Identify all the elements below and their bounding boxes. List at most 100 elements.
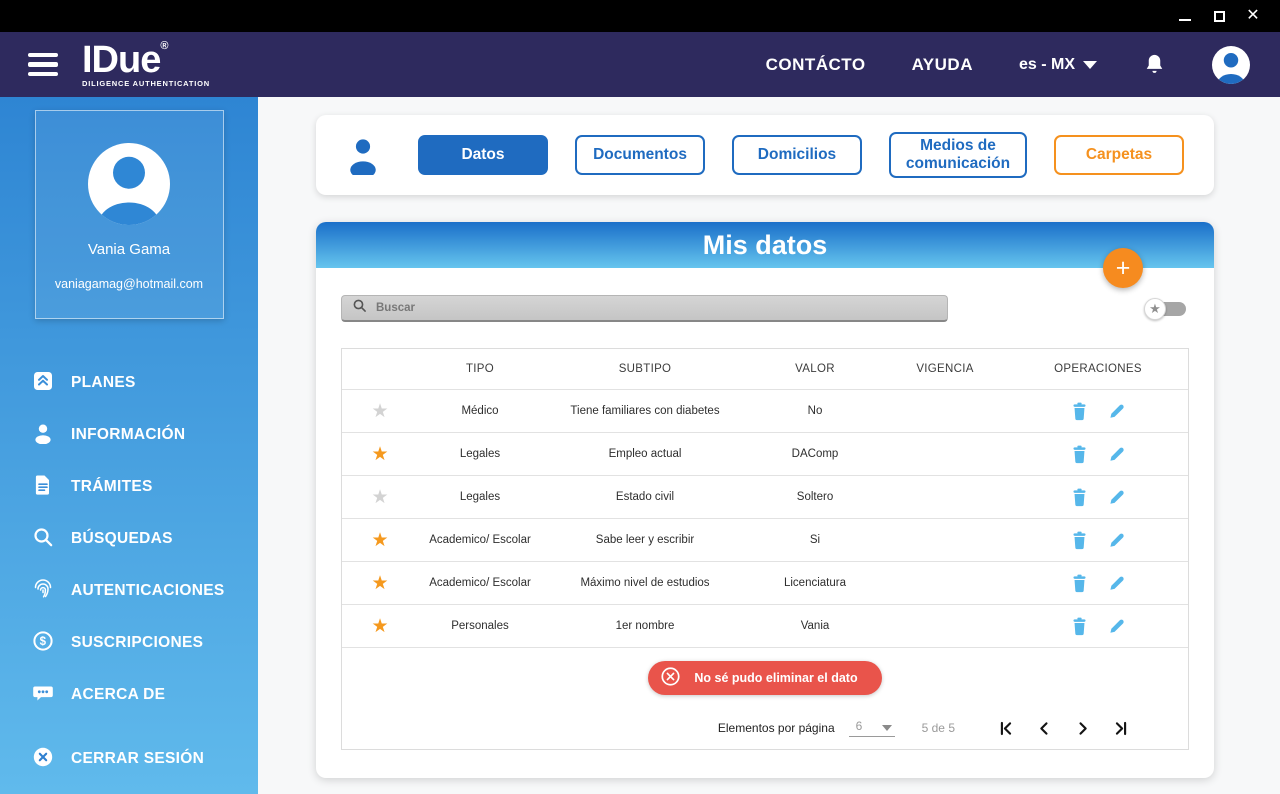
delete-button[interactable] <box>1071 402 1088 421</box>
profile-avatar[interactable] <box>1212 45 1250 84</box>
edit-button[interactable] <box>1108 445 1126 463</box>
registered-mark: ® <box>160 40 168 53</box>
edit-button[interactable] <box>1108 531 1126 549</box>
close-button[interactable]: ✕ <box>1236 3 1270 29</box>
nav-contacto-link[interactable]: CONTÁCTO <box>766 55 866 75</box>
user-avatar <box>88 143 170 225</box>
sidebar-item-label: ACERCA DE <box>71 686 166 703</box>
favorites-filter-toggle[interactable]: ★ <box>1144 297 1186 321</box>
table-row: ★ Legales Estado civil Soltero <box>342 475 1188 518</box>
edit-button[interactable] <box>1108 488 1126 506</box>
last-page-button[interactable] <box>1111 719 1130 738</box>
add-data-button[interactable]: + <box>1103 248 1143 288</box>
maximize-icon <box>1213 10 1225 22</box>
sidebar-item-suscripciones[interactable]: $ SUSCRIPCIONES <box>0 617 258 669</box>
data-table: TIPO SUBTIPO VALOR VIGENCIA OPERACIONES ★ Mé… <box>341 348 1189 750</box>
page-range-text: 5 de 5 <box>921 721 955 735</box>
first-page-button[interactable] <box>997 719 1016 738</box>
bell-icon[interactable] <box>1143 53 1166 76</box>
language-selector[interactable]: es - MX <box>1019 56 1097 74</box>
tab-button[interactable]: Documentos <box>575 135 705 175</box>
sidebar: Vania Gama vaniagamag@hotmail.com PLANES… <box>0 97 258 794</box>
pagination-bar: Elementos por página 6 5 de 5 <box>342 707 1188 749</box>
tab-button[interactable]: Domicilios <box>732 135 862 175</box>
nav-ayuda-link[interactable]: AYUDA <box>912 55 973 75</box>
dollar-icon: $ <box>32 630 54 657</box>
maximize-button[interactable] <box>1202 3 1236 29</box>
hamburger-icon[interactable] <box>28 52 58 77</box>
delete-button[interactable] <box>1071 617 1088 636</box>
sidebar-item-planes[interactable]: PLANES <box>0 357 258 409</box>
sidebar-item-informacion[interactable]: INFORMACIÓN <box>0 409 258 461</box>
chevron-down-icon <box>881 725 892 731</box>
app-logo: IDue® DILIGENCE AUTHENTICATION <box>82 41 210 88</box>
sidebar-menu: PLANES INFORMACIÓN TRÁMITES BÚSQUEDAS AU… <box>0 357 258 785</box>
delete-button[interactable] <box>1071 531 1088 550</box>
toast-area: No sé pudo eliminar el dato <box>342 647 1188 707</box>
delete-button[interactable] <box>1071 488 1088 507</box>
table-body: ★ Médico Tiene familiares con diabetes N… <box>342 389 1188 647</box>
app-header: IDue® DILIGENCE AUTHENTICATION CONTÁCTO … <box>0 32 1280 97</box>
cell-subtipo: Empleo actual <box>608 448 682 460</box>
sidebar-item-label: PLANES <box>71 374 136 391</box>
cell-valor: Licenciatura <box>783 577 846 589</box>
sidebar-item-autenticaciones[interactable]: AUTENTICACIONES <box>0 565 258 617</box>
close-icon: ✕ <box>1246 7 1260 24</box>
search-input[interactable] <box>376 302 937 314</box>
minimize-icon <box>1179 19 1191 21</box>
column-header: SUBTIPO <box>618 363 672 375</box>
delete-button[interactable] <box>1071 445 1088 464</box>
sidebar-item-acerca-de[interactable]: ACERCA DE <box>0 669 258 721</box>
section-tabs-bar: Datos Documentos Domicilios Medios de co… <box>316 115 1214 195</box>
column-header: TIPO <box>465 363 495 375</box>
sidebar-item-label: AUTENTICACIONES <box>71 582 225 599</box>
person-icon <box>346 135 380 175</box>
sidebar-item-busquedas[interactable]: BÚSQUEDAS <box>0 513 258 565</box>
mis-datos-panel: Mis datos + ★ TIPOSUBTIPOVALO <box>316 222 1214 778</box>
sidebar-item-cerrar-sesion[interactable]: CERRAR SESIÓN <box>0 733 258 785</box>
next-page-button[interactable] <box>1073 719 1092 738</box>
previous-page-button[interactable] <box>1035 719 1054 738</box>
sidebar-item-label: CERRAR SESIÓN <box>71 750 205 767</box>
error-toast: No sé pudo eliminar el dato <box>648 660 882 695</box>
chat-icon <box>32 682 54 709</box>
edit-button[interactable] <box>1108 402 1126 420</box>
sidebar-item-label: BÚSQUEDAS <box>71 530 173 547</box>
tab-button[interactable]: Medios de comunicación <box>889 132 1027 178</box>
items-per-page-select[interactable]: 6 <box>848 719 895 737</box>
x-circle-icon <box>32 746 54 773</box>
table-row: ★ Academico/ Escolar Máximo nivel de est… <box>342 561 1188 604</box>
table-row: ★ Academico/ Escolar Sabe leer y escribi… <box>342 518 1188 561</box>
favorite-star-icon[interactable]: ★ <box>342 402 418 421</box>
delete-button[interactable] <box>1071 574 1088 593</box>
favorite-star-icon[interactable]: ★ <box>342 445 418 464</box>
table-row: ★ Personales 1er nombre Vania <box>342 604 1188 647</box>
table-header-row: TIPO SUBTIPO VALOR VIGENCIA OPERACIONES <box>342 349 1188 389</box>
edit-button[interactable] <box>1108 574 1126 592</box>
sidebar-item-label: INFORMACIÓN <box>71 426 186 443</box>
edit-button[interactable] <box>1108 617 1126 635</box>
favorite-star-icon[interactable]: ★ <box>342 574 418 593</box>
cell-valor: No <box>807 405 823 417</box>
tab-button[interactable]: Carpetas <box>1054 135 1184 175</box>
favorite-star-icon[interactable]: ★ <box>342 617 418 636</box>
column-header: OPERACIONES <box>1054 363 1142 375</box>
cell-subtipo: Máximo nivel de estudios <box>580 577 710 589</box>
fingerprint-icon <box>32 578 54 605</box>
items-per-page-label: Elementos por página <box>717 721 835 735</box>
minimize-button[interactable] <box>1168 3 1202 29</box>
user-name: Vania Gama <box>87 241 171 258</box>
table-row: ★ Médico Tiene familiares con diabetes N… <box>342 389 1188 432</box>
user-card: Vania Gama vaniagamag@hotmail.com <box>34 110 224 319</box>
cell-tipo: Personales <box>451 620 509 632</box>
table-row: ★ Legales Empleo actual DAComp <box>342 432 1188 475</box>
sidebar-item-tramites[interactable]: TRÁMITES <box>0 461 258 513</box>
search-icon <box>352 298 367 318</box>
search-bar <box>341 295 948 322</box>
tab-button[interactable]: Datos <box>418 135 548 175</box>
favorite-star-icon[interactable]: ★ <box>342 488 418 507</box>
cell-tipo: Legales <box>459 448 501 460</box>
logo-title: IDue® <box>82 39 168 82</box>
favorite-star-icon[interactable]: ★ <box>342 531 418 550</box>
svg-text:$: $ <box>40 636 47 648</box>
